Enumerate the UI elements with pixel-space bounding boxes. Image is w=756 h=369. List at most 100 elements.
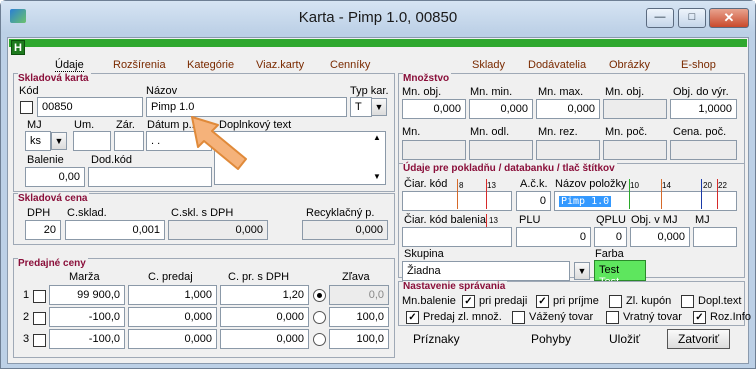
- vratny-checkbox[interactable]: [606, 311, 619, 324]
- zar-field[interactable]: [114, 131, 144, 151]
- nazov-polozky-field[interactable]: Pimp 1.0: [554, 191, 737, 211]
- kod-field[interactable]: 00850: [37, 97, 143, 117]
- close-button[interactable]: ✕: [709, 8, 749, 28]
- tab-dodavatelia[interactable]: Dodávatelia: [528, 59, 586, 71]
- chevron-down-icon[interactable]: ▼: [371, 98, 387, 116]
- tab-viaz-karty[interactable]: Viaz.karty: [256, 59, 304, 71]
- tab-sklady[interactable]: Sklady: [472, 59, 505, 71]
- marza-field[interactable]: -100,0: [49, 329, 125, 349]
- obj-mj-label: Obj. v MJ: [631, 214, 678, 226]
- ruler-mark: 14: [662, 181, 671, 190]
- mn-obj2-field[interactable]: [603, 99, 667, 119]
- row-radio[interactable]: [313, 311, 326, 324]
- minimize-button[interactable]: —: [646, 8, 674, 28]
- cena-poc-field[interactable]: [670, 140, 737, 160]
- ack-field[interactable]: 0: [516, 191, 551, 211]
- row-checkbox[interactable]: [33, 290, 46, 303]
- c-sklad-field[interactable]: 0,001: [65, 220, 165, 240]
- mn-poc-field[interactable]: [603, 140, 667, 160]
- obj-vyr-label: Obj. do výr.: [673, 86, 729, 98]
- plu-label: PLU: [519, 214, 541, 226]
- row-checkbox[interactable]: [33, 312, 46, 325]
- col-c-predaj: C. predaj: [148, 271, 193, 283]
- skupina-select[interactable]: Žiadna: [402, 261, 570, 281]
- zatvorit-button[interactable]: Zatvoriť: [667, 329, 731, 349]
- c-skl-dph-field[interactable]: 0,000: [168, 220, 268, 240]
- qplu-label: QPLU: [596, 214, 626, 226]
- row-radio[interactable]: [313, 289, 326, 302]
- mn-obj-field[interactable]: 0,000: [402, 99, 466, 119]
- tab-cenniky[interactable]: Cenníky: [330, 59, 370, 71]
- farba-label: Farba: [595, 248, 624, 260]
- typ-select[interactable]: T: [350, 97, 372, 117]
- scroll-down-icon[interactable]: ▼: [373, 172, 381, 181]
- row-radio[interactable]: [313, 333, 326, 346]
- priznaky-button[interactable]: Príznaky: [413, 332, 460, 346]
- mn-odl-label: Mn. odl.: [470, 126, 510, 138]
- h-button[interactable]: H: [11, 40, 25, 55]
- c-predaj-field[interactable]: 0,000: [128, 329, 217, 349]
- vazeny-checkbox[interactable]: [512, 311, 525, 324]
- mj-label: MJ: [695, 214, 710, 226]
- col-marza: Marža: [69, 271, 100, 283]
- mn-max-label: Mn. max.: [538, 86, 584, 98]
- tab-udaje[interactable]: Údaje: [55, 59, 84, 72]
- marza-field[interactable]: -100,0: [49, 307, 125, 327]
- predaj-zl-checkbox[interactable]: ✓: [406, 311, 419, 324]
- mj-label: MJ: [27, 119, 42, 131]
- mn-field[interactable]: [402, 140, 466, 160]
- recykl-field[interactable]: 0,000: [302, 220, 388, 240]
- roz-info-checkbox[interactable]: ✓: [693, 311, 706, 324]
- c-predaj-field[interactable]: 1,000: [128, 285, 217, 305]
- mn-rez-field[interactable]: [536, 140, 600, 160]
- chevron-down-icon[interactable]: ▼: [51, 132, 67, 150]
- ruler-mark: 13: [487, 181, 496, 190]
- farba-swatch[interactable]: Test Test: [594, 260, 646, 288]
- scroll-up-icon[interactable]: ▲: [373, 133, 381, 142]
- obj-mj-field[interactable]: 0,000: [630, 227, 690, 247]
- marza-field[interactable]: 99 900,0: [49, 285, 125, 305]
- qplu-field[interactable]: 0: [594, 227, 627, 247]
- ciar-kod-bal-field[interactable]: [402, 227, 512, 247]
- pri-predaji-checkbox[interactable]: ✓: [462, 295, 475, 308]
- window-title: Karta - Pimp 1.0, 00850: [298, 9, 458, 26]
- pri-prijme-checkbox[interactable]: ✓: [536, 295, 549, 308]
- mj-select[interactable]: ks: [25, 131, 51, 151]
- balenie-label: Balenie: [27, 154, 64, 166]
- mn-obj2-label: Mn. obj.: [605, 86, 645, 98]
- kod-checkbox[interactable]: [20, 101, 33, 114]
- mn-max-field[interactable]: 0,000: [536, 99, 600, 119]
- maximize-button[interactable]: □: [678, 8, 706, 28]
- zlava-field[interactable]: 0,0: [329, 285, 389, 305]
- c-sklad-label: C.sklad.: [67, 207, 107, 219]
- tab-obrazky[interactable]: Obrázky: [609, 59, 650, 71]
- mj-field[interactable]: [693, 227, 737, 247]
- tab-rozsirenia[interactable]: Rozšírenia: [113, 59, 166, 71]
- c-pr-dph-field[interactable]: 1,20: [220, 285, 309, 305]
- col-zlava: Zľava: [342, 271, 370, 283]
- panel-nastavenie: Nastavenie správania Mn.balenie ✓ pri pr…: [398, 281, 751, 326]
- mn-odl-field[interactable]: [469, 140, 533, 160]
- mn-min-field[interactable]: 0,000: [469, 99, 533, 119]
- tab-kategorie[interactable]: Kategórie: [187, 59, 234, 71]
- kod-label: Kód: [19, 85, 39, 97]
- dph-field[interactable]: 20: [25, 220, 61, 240]
- pohyby-button[interactable]: Pohyby: [531, 332, 571, 346]
- ulozit-button[interactable]: Uložiť: [609, 332, 640, 346]
- c-predaj-field[interactable]: 0,000: [128, 307, 217, 327]
- dopl-text-checkbox[interactable]: [681, 295, 694, 308]
- zl-kupon-checkbox[interactable]: [609, 295, 622, 308]
- plu-field[interactable]: 0: [516, 227, 591, 247]
- obj-vyr-field[interactable]: 1,0000: [670, 99, 737, 119]
- um-field[interactable]: [73, 131, 111, 151]
- row-checkbox[interactable]: [33, 334, 46, 347]
- chevron-down-icon[interactable]: ▼: [574, 262, 590, 280]
- nazov-polozky-label: Názov položky: [555, 178, 627, 190]
- tab-eshop[interactable]: E-shop: [681, 59, 716, 71]
- zlava-field[interactable]: 100,0: [329, 307, 389, 327]
- c-pr-dph-field[interactable]: 0,000: [220, 329, 309, 349]
- balenie-field[interactable]: 0,00: [25, 167, 85, 187]
- c-pr-dph-field[interactable]: 0,000: [220, 307, 309, 327]
- ruler-tick: [717, 179, 718, 209]
- zlava-field[interactable]: 100,0: [329, 329, 389, 349]
